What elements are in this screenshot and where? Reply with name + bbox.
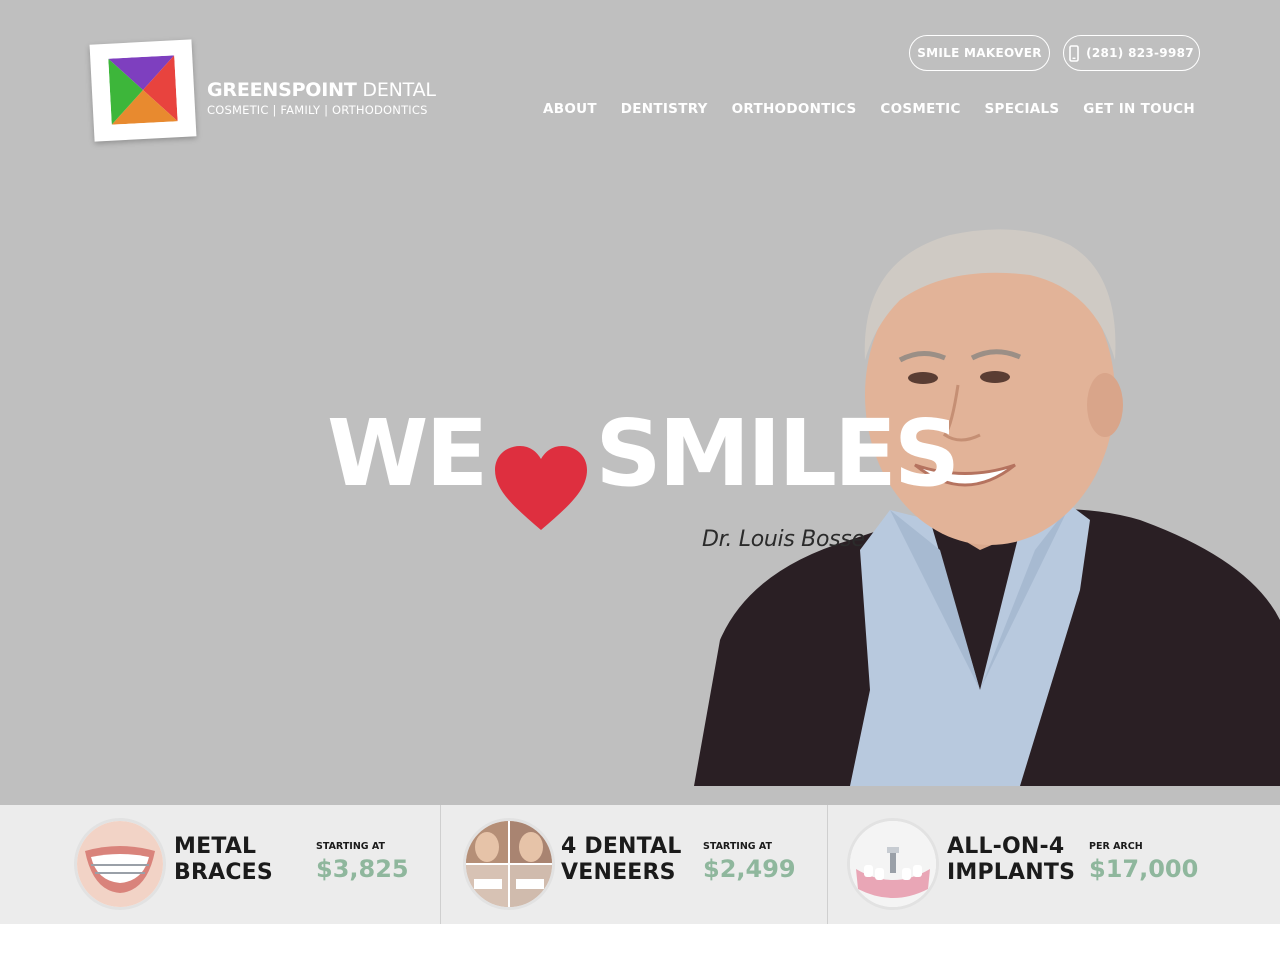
- nav-item-cosmetic[interactable]: COSMETIC: [880, 101, 960, 117]
- special-title: 4 DENTAL VENEERS: [561, 834, 682, 885]
- mobile-phone-icon: [1069, 44, 1079, 62]
- logo-mark-icon: [108, 55, 178, 125]
- special-card-braces[interactable]: METAL BRACES STARTING AT $3,825: [0, 805, 441, 924]
- price-label: STARTING AT: [316, 841, 385, 852]
- nav-item-dentistry[interactable]: DENTISTRY: [621, 101, 708, 117]
- nav-item-specials[interactable]: SPECIALS: [985, 101, 1060, 117]
- phone-button[interactable]: (281) 823-9987: [1063, 35, 1200, 71]
- smile-makeover-button[interactable]: SMILE MAKEOVER: [909, 35, 1050, 71]
- brand-name: GREENSPOINT DENTAL: [207, 79, 436, 101]
- price-value: $17,000: [1089, 855, 1199, 883]
- doctor-name: Dr. Louis Bosse: [702, 527, 865, 552]
- nav-item-orthodontics[interactable]: ORTHODONTICS: [732, 101, 857, 117]
- headline-smiles: SMILES: [595, 400, 960, 507]
- specials-strip: METAL BRACES STARTING AT $3,825 4 DENTAL: [0, 805, 1280, 924]
- headline-we: WE: [327, 400, 488, 507]
- main-nav: ABOUT DENTISTRY ORTHODONTICS COSMETIC SP…: [543, 101, 1195, 117]
- special-card-veneers[interactable]: 4 DENTAL VENEERS STARTING AT $2,499: [441, 805, 828, 924]
- special-card-implants[interactable]: ALL-ON-4 IMPLANTS PER ARCH $17,000: [828, 805, 1280, 924]
- hero-headline: WE SMILES: [327, 400, 960, 532]
- price-value: $2,499: [703, 855, 796, 883]
- price-value: $3,825: [316, 855, 409, 883]
- veneers-photo: [466, 821, 552, 907]
- special-title: METAL BRACES: [174, 834, 273, 885]
- nav-item-about[interactable]: ABOUT: [543, 101, 597, 117]
- brand-tagline: COSMETIC | FAMILY | ORTHODONTICS: [207, 103, 428, 117]
- smile-makeover-label: SMILE MAKEOVER: [917, 46, 1042, 60]
- special-title: ALL-ON-4 IMPLANTS: [947, 834, 1076, 885]
- brand-text[interactable]: GREENSPOINT DENTAL COSMETIC | FAMILY | O…: [207, 79, 436, 117]
- phone-number: (281) 823-9987: [1086, 46, 1194, 60]
- price-label: STARTING AT: [703, 841, 772, 852]
- price-label: PER ARCH: [1089, 841, 1143, 852]
- nav-item-get-in-touch[interactable]: GET IN TOUCH: [1083, 101, 1195, 117]
- heart-icon: [495, 446, 588, 530]
- logo[interactable]: [89, 39, 197, 142]
- braces-photo: [77, 821, 163, 907]
- implant-model-photo: [850, 821, 936, 907]
- hero-section: GREENSPOINT DENTAL COSMETIC | FAMILY | O…: [0, 0, 1280, 805]
